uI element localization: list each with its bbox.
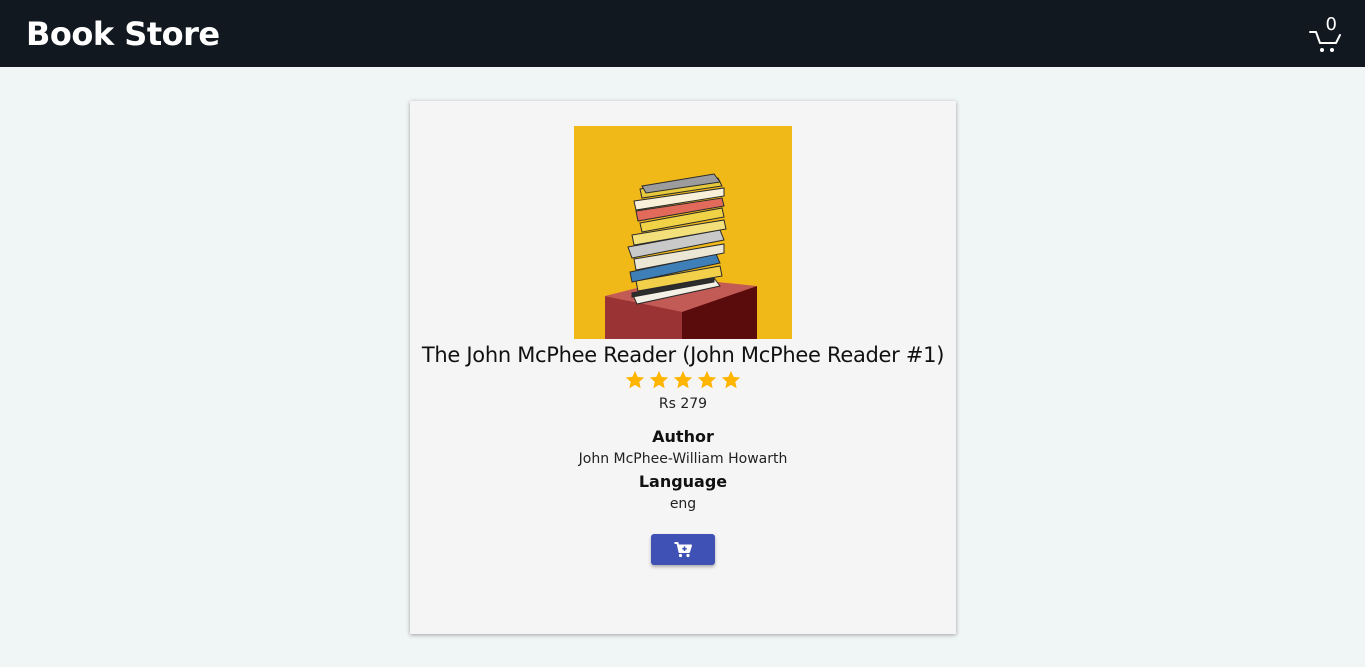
book-card: The John McPhee Reader (John McPhee Read…: [410, 101, 956, 634]
star-icon: [625, 370, 645, 389]
book-title: The John McPhee Reader (John McPhee Read…: [421, 343, 945, 367]
author-value: John McPhee-William Howarth: [578, 451, 788, 467]
language-label: Language: [638, 472, 728, 491]
book-stack-image: [605, 173, 757, 339]
shopping-cart-icon: [1309, 30, 1341, 52]
brand-title[interactable]: Book Store: [26, 15, 220, 53]
navbar: Book Store 0: [0, 0, 1365, 67]
language-value: eng: [669, 496, 697, 512]
add-to-cart-button[interactable]: [651, 534, 715, 565]
author-label: Author: [652, 427, 714, 446]
book-cover-image[interactable]: [574, 126, 792, 339]
star-icon: [721, 370, 741, 389]
add-to-cart-icon: [674, 541, 692, 557]
star-icon: [697, 370, 717, 389]
star-rating: [410, 369, 956, 391]
book-price: Rs 279: [658, 396, 708, 412]
star-icon: [673, 370, 693, 389]
cart-button[interactable]: 0: [1309, 14, 1343, 54]
star-icon: [649, 370, 669, 389]
